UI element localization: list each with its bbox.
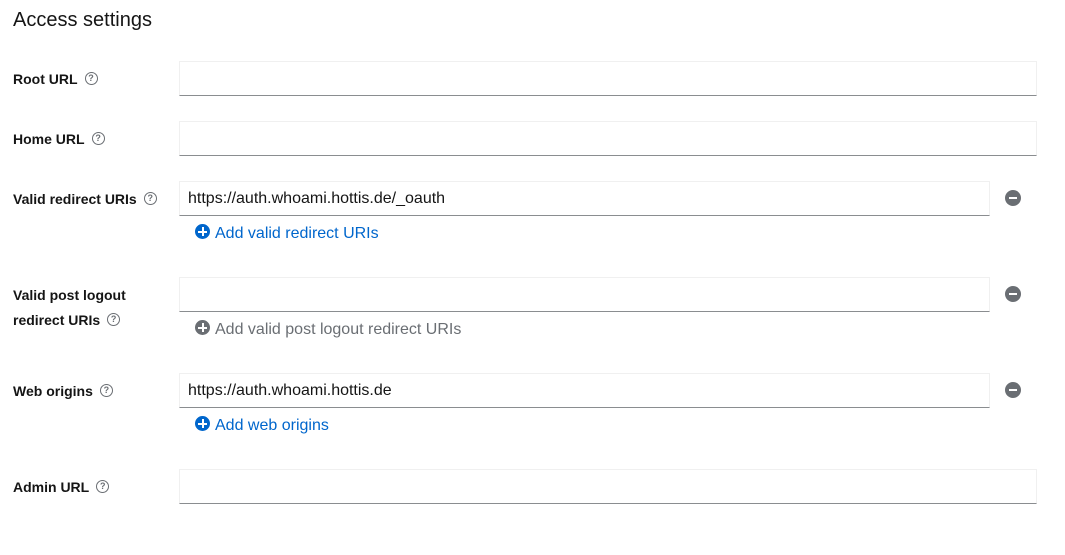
add-web-origin-label: Add web origins [215, 417, 329, 434]
admin-url-input[interactable] [179, 469, 1037, 504]
web-origins-label-text: Web origins [13, 382, 93, 399]
post-logout-label-line2: redirect URIs [13, 311, 101, 328]
help-icon[interactable]: ? [107, 312, 121, 326]
root-url-label: Root URL? [13, 66, 98, 92]
plus-circle-icon [195, 416, 210, 432]
add-redirect-uri-label: Add valid redirect URIs [215, 225, 379, 242]
post-logout-redirect-input[interactable] [179, 277, 990, 312]
help-icon[interactable]: ? [84, 71, 98, 85]
home-url-label-text: Home URL [13, 130, 85, 147]
add-post-logout-uri-label: Add valid post logout redirect URIs [215, 321, 462, 338]
add-post-logout-uri-button[interactable]: Add valid post logout redirect URIs [195, 320, 461, 340]
home-url-label: Home URL? [13, 126, 105, 152]
home-url-input[interactable] [179, 121, 1037, 156]
help-icon[interactable]: ? [91, 131, 105, 145]
post-logout-label: Valid post logout [13, 282, 126, 308]
admin-url-label-text: Admin URL [13, 478, 90, 495]
plus-circle-icon [195, 320, 210, 336]
redirect-uri-input[interactable]: https://auth.whoami.hottis.de/_oauth [179, 181, 990, 216]
admin-url-label: Admin URL? [13, 474, 110, 500]
redirect-uris-label-text: Valid redirect URIs [13, 190, 137, 207]
web-origin-input[interactable]: https://auth.whoami.hottis.de [179, 373, 990, 408]
web-origins-label: Web origins? [13, 378, 113, 404]
plus-circle-icon [195, 224, 210, 240]
help-icon[interactable]: ? [143, 191, 157, 205]
add-redirect-uri-button[interactable]: Add valid redirect URIs [195, 224, 379, 244]
help-icon[interactable]: ? [96, 479, 110, 493]
redirect-uris-label: Valid redirect URIs? [13, 186, 157, 212]
post-logout-label-second: redirect URIs? [13, 307, 121, 333]
root-url-input[interactable] [179, 61, 1037, 96]
remove-post-logout-uri-button[interactable] [1005, 286, 1021, 302]
root-url-label-text: Root URL [13, 70, 78, 87]
post-logout-label-line1: Valid post logout [13, 286, 126, 303]
add-web-origin-button[interactable]: Add web origins [195, 416, 329, 436]
help-icon[interactable]: ? [99, 383, 113, 397]
remove-redirect-uri-button[interactable] [1005, 190, 1021, 206]
page-title: Access settings [13, 9, 152, 31]
remove-web-origin-button[interactable] [1005, 382, 1021, 398]
